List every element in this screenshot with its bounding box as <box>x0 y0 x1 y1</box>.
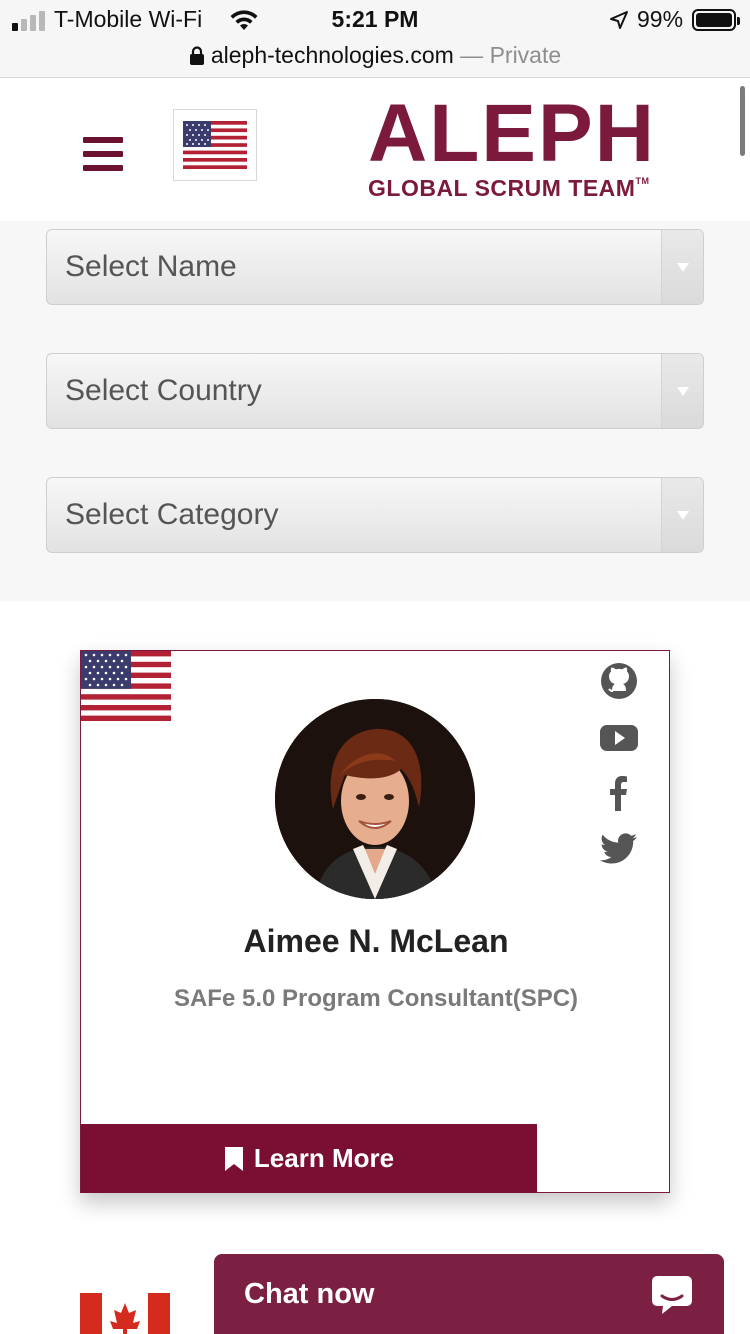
battery-icon <box>692 9 740 31</box>
language-flag-button[interactable] <box>173 109 257 181</box>
person-title: SAFe 5.0 Program Consultant(SPC) <box>173 985 579 1012</box>
logo-main-text: ALEPH <box>368 88 656 179</box>
country-select-value: Select Country <box>65 374 262 407</box>
chat-bubble-icon <box>652 1276 692 1314</box>
logo-sub-text: GLOBAL SCRUM TEAMTM <box>368 175 698 202</box>
battery-percent: 99% <box>637 6 684 32</box>
chat-now-button[interactable]: Chat now <box>214 1254 724 1334</box>
profile-photo <box>275 699 475 899</box>
learn-more-label: Learn More <box>253 1143 395 1173</box>
lock-icon <box>189 46 204 65</box>
aleph-logo[interactable]: ALEPH GLOBAL SCRUM TEAMTM <box>368 93 698 203</box>
person-name: Aimee N. McLean <box>243 923 509 959</box>
youtube-icon[interactable] <box>599 717 639 757</box>
canada-flag-icon <box>80 1293 170 1334</box>
status-bar: T-Mobile Wi-Fi 5:21 PM 99% <box>0 0 750 40</box>
logo-tagline: GLOBAL SCRUM TEAM <box>368 175 636 201</box>
url-separator: — <box>453 42 490 68</box>
address-bar[interactable]: aleph-technologies.com — Private <box>0 40 750 78</box>
chevron-down-icon <box>661 230 703 304</box>
chevron-down-icon <box>661 478 703 552</box>
site-header: ALEPH GLOBAL SCRUM TEAMTM <box>0 79 740 221</box>
filter-panel: Select Name Select Country Select Catego… <box>0 221 750 601</box>
location-arrow-icon <box>610 11 628 29</box>
name-select[interactable]: Select Name <box>46 229 704 305</box>
country-select[interactable]: Select Country <box>46 353 704 429</box>
learn-more-button[interactable]: Learn More <box>81 1124 537 1193</box>
facebook-icon[interactable] <box>599 773 639 813</box>
name-select-value: Select Name <box>65 250 237 283</box>
scrollbar-thumb[interactable] <box>740 86 745 156</box>
avatar <box>275 699 475 899</box>
category-select[interactable]: Select Category <box>46 477 704 553</box>
us-flag-icon <box>183 121 247 169</box>
chevron-down-icon <box>661 354 703 428</box>
twitter-icon[interactable] <box>599 829 639 869</box>
private-label: Private <box>489 42 562 68</box>
page: T-Mobile Wi-Fi 5:21 PM 99% aleph-technol… <box>0 0 750 1334</box>
chat-now-label: Chat now <box>244 1278 375 1310</box>
url-display[interactable]: aleph-technologies.com — Private <box>0 42 750 69</box>
bookmark-icon <box>224 1146 243 1171</box>
next-card-flag <box>80 1293 170 1334</box>
profile-card: Aimee N. McLean SAFe 5.0 Program Consult… <box>80 650 670 1193</box>
github-icon[interactable] <box>599 661 639 701</box>
trademark-mark: TM <box>635 176 650 186</box>
url-text: aleph-technologies.com <box>210 42 454 68</box>
category-select-value: Select Category <box>65 498 279 531</box>
social-links <box>599 661 639 885</box>
us-flag-icon <box>81 651 171 721</box>
hamburger-icon[interactable] <box>83 137 123 171</box>
